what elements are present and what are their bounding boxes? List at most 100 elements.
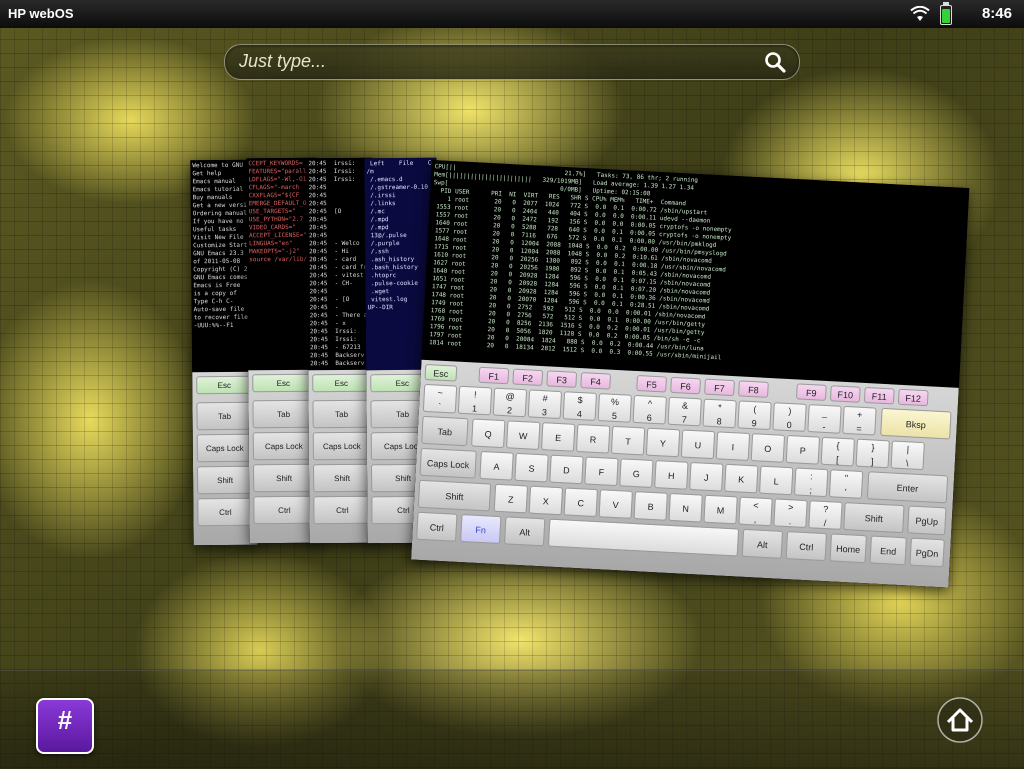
letter-key-g[interactable]: G — [619, 458, 654, 488]
terminal-app-launcher[interactable]: # — [36, 698, 94, 754]
tab-key[interactable]: Tab — [421, 415, 469, 447]
symbol-key[interactable]: >. — [773, 498, 808, 529]
letter-key-o[interactable]: O — [750, 433, 786, 463]
stack-key[interactable]: Ctrl — [253, 495, 316, 525]
home-key[interactable]: Home — [829, 533, 867, 564]
device-menu-title[interactable]: HP webOS — [8, 6, 74, 21]
wifi-icon[interactable] — [910, 6, 930, 22]
ctrl-right-key[interactable]: Ctrl — [785, 531, 828, 562]
letter-key-n[interactable]: N — [668, 492, 703, 523]
ctrl-left-key[interactable]: Ctrl — [416, 511, 458, 542]
alt-left-key[interactable]: Alt — [503, 516, 546, 547]
number-key[interactable]: & 7 — [667, 396, 702, 427]
symbol-key[interactable]: :; — [793, 467, 829, 498]
letter-key-l[interactable]: L — [758, 465, 794, 496]
enter-key[interactable]: Enter — [866, 471, 949, 504]
stack-key[interactable]: Caps Lock — [312, 431, 371, 461]
letter-key-m[interactable]: M — [703, 494, 738, 525]
symbol-key[interactable]: ? / — [808, 500, 843, 530]
letter-key-s[interactable]: S — [514, 452, 549, 483]
stack-key[interactable]: Shift — [312, 463, 372, 493]
function-key-f11[interactable]: F11 — [863, 386, 895, 405]
number-key[interactable]: ^ 6 — [632, 394, 667, 425]
stack-key[interactable]: Caps Lock — [196, 433, 253, 463]
function-key-f2[interactable]: F2 — [512, 368, 544, 387]
function-key-f1[interactable]: F1 — [478, 366, 510, 385]
letter-key-w[interactable]: W — [506, 420, 541, 450]
letter-key-x[interactable]: X — [528, 485, 564, 516]
number-key[interactable]: ) 0 — [772, 402, 807, 432]
number-key[interactable]: (9 — [737, 400, 772, 431]
symbol-key[interactable]: {[ — [820, 436, 856, 467]
shift-right-key[interactable]: Shift — [843, 502, 905, 534]
stack-key[interactable]: Ctrl — [197, 497, 254, 527]
stack-key[interactable]: Shift — [252, 463, 316, 493]
symbol-key[interactable]: | \ — [890, 440, 925, 471]
letter-key-y[interactable]: Y — [645, 427, 681, 458]
number-key[interactable]: * 8 — [702, 398, 737, 429]
number-key[interactable]: $4 — [562, 391, 598, 421]
letter-key-t[interactable]: T — [610, 425, 646, 456]
letter-key-u[interactable]: U — [680, 429, 716, 460]
letter-key-p[interactable]: P — [785, 434, 821, 465]
caps-lock-key[interactable]: Caps Lock — [419, 447, 477, 479]
alt-right-key[interactable]: Alt — [741, 528, 784, 559]
page-down-key[interactable]: PgDn — [909, 537, 945, 568]
letter-key-a[interactable]: A — [479, 450, 514, 481]
app-card-htop[interactable]: CPU[|| 21.7%] Tasks: 73, 86 thr; 2 runni… — [411, 160, 970, 588]
letter-key-h[interactable]: H — [654, 460, 689, 490]
function-key-f8[interactable]: F8 — [738, 380, 769, 398]
symbol-key[interactable]: }] — [855, 438, 890, 469]
home-icon[interactable] — [936, 696, 984, 744]
battery-icon[interactable] — [940, 2, 952, 25]
function-key-f10[interactable]: F10 — [829, 385, 861, 403]
number-key[interactable]: @2 — [492, 387, 528, 418]
stack-key[interactable]: Tab — [196, 401, 253, 431]
letter-key-b[interactable]: B — [633, 491, 668, 521]
search-icon[interactable] — [763, 50, 787, 74]
letter-key-i[interactable]: I — [715, 431, 751, 461]
clock[interactable]: 8:46 — [982, 5, 1012, 22]
letter-key-f[interactable]: F — [584, 456, 619, 487]
letter-key-r[interactable]: R — [575, 423, 611, 454]
letter-key-k[interactable]: K — [724, 463, 759, 494]
stack-key[interactable]: Esc — [252, 373, 315, 393]
letter-key-q[interactable]: Q — [471, 418, 506, 449]
function-key-f4[interactable]: F4 — [580, 372, 612, 390]
function-key-f7[interactable]: F7 — [704, 378, 735, 397]
number-key[interactable]: ~ ` — [422, 383, 458, 414]
function-key-f6[interactable]: F6 — [670, 376, 701, 395]
stack-key[interactable]: Esc — [312, 373, 371, 393]
number-key[interactable]: + = — [842, 405, 877, 436]
space-bar[interactable] — [547, 518, 740, 557]
stack-key[interactable]: Shift — [196, 465, 254, 495]
number-key[interactable]: % 5 — [597, 393, 632, 423]
letter-key-c[interactable]: C — [563, 487, 599, 518]
stack-key[interactable]: Caps Lock — [252, 431, 315, 461]
number-key[interactable]: ! 1 — [457, 385, 493, 416]
stack-key[interactable]: Esc — [196, 375, 253, 395]
letter-key-d[interactable]: D — [549, 454, 584, 485]
function-key-f5[interactable]: F5 — [636, 375, 667, 393]
function-key-f3[interactable]: F3 — [546, 370, 578, 388]
page-up-key[interactable]: PgUp — [907, 505, 947, 536]
function-key-f9[interactable]: F9 — [795, 383, 827, 401]
end-key[interactable]: End — [869, 535, 907, 566]
letter-key-e[interactable]: E — [540, 422, 576, 452]
shift-left-key[interactable]: Shift — [417, 479, 492, 512]
letter-key-j[interactable]: J — [689, 461, 724, 492]
symbol-key[interactable]: <, — [738, 496, 773, 527]
number-key[interactable]: _ - — [807, 404, 842, 434]
esc-key[interactable]: Esc — [424, 363, 458, 382]
backspace-key[interactable]: Bksp — [880, 407, 952, 440]
function-key-f12[interactable]: F12 — [897, 388, 929, 407]
stack-key[interactable]: Tab — [312, 399, 371, 429]
letter-key-z[interactable]: Z — [493, 483, 529, 514]
letter-key-v[interactable]: V — [598, 489, 633, 519]
fn-key[interactable]: Fn — [460, 514, 502, 545]
symbol-key[interactable]: " ' — [828, 469, 864, 499]
search-bar[interactable]: Just type... — [224, 44, 800, 80]
number-key[interactable]: #3 — [527, 389, 563, 420]
stack-key[interactable]: Ctrl — [313, 495, 372, 525]
stack-key[interactable]: Tab — [252, 399, 315, 429]
